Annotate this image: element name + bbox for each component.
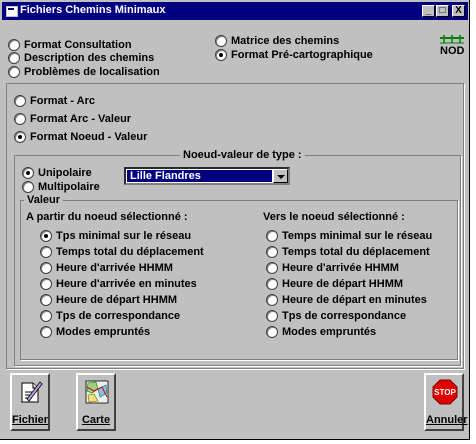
radio-problemes-localisation[interactable]: Problèmes de localisation [8,65,160,79]
radio-dot[interactable] [215,49,227,61]
noeud-valeur-legend: Noeud-valeur de type : [180,149,305,161]
radio-dot[interactable] [266,262,278,274]
radio-matrice-chemins[interactable]: Matrice des chemins [215,34,339,48]
fichier-button[interactable]: Fichier [10,373,50,431]
radio-dot[interactable] [14,131,26,143]
radio-label: Heure de départ HHMM [282,278,404,290]
radio-format-noeud-valeur[interactable]: Format Noeud - Valeur [14,130,147,144]
radio-from-option[interactable]: Heure d'arrivée HHMM [40,261,173,275]
radio-dot[interactable] [266,326,278,338]
radio-label: Multipolaire [38,181,100,193]
radio-dot[interactable] [40,246,52,258]
radio-dot[interactable] [22,181,34,193]
radio-from-option[interactable]: Temps total du déplacement [40,245,204,259]
radio-label: Format - Arc [30,95,95,107]
radio-label: Matrice des chemins [231,35,340,47]
radio-label: Heure d'arrivée en minutes [56,278,197,290]
radio-label: Description des chemins [24,52,155,64]
radio-to-option[interactable]: Modes empruntés [266,325,376,339]
radio-label: Heure de départ en minutes [282,294,427,306]
close-button[interactable]: X [452,5,465,17]
annuler-button[interactable]: STOP Annuler [424,373,468,431]
title-bar[interactable]: Fichiers Chemins Minimaux _ □ X [2,2,468,20]
radio-label: Tps de correspondance [282,310,407,322]
radio-label: Modes empruntés [282,326,377,338]
main-window: Fichiers Chemins Minimaux _ □ X Format C… [0,0,470,440]
radio-format-consultation[interactable]: Format Consultation [8,38,132,52]
radio-dot[interactable] [22,167,34,179]
radio-label: Heure d'arrivée HHMM [56,262,173,274]
radio-to-option[interactable]: Heure de départ en minutes [266,293,427,307]
node-select-value: Lille Flandres [127,170,272,182]
nod-logo: NOD [438,34,466,58]
file-edit-icon [21,381,43,403]
logo-text: NOD [440,45,465,57]
carte-label: Carte [81,414,111,426]
radio-dot[interactable] [8,39,20,51]
radio-label: Tps de correspondance [56,310,181,322]
radio-label: Format Pré-cartographique [231,49,373,61]
annuler-label: Annuler [426,414,468,426]
radio-from-option[interactable]: Heure de départ HHMM [40,293,177,307]
radio-label: Problèmes de localisation [24,66,160,78]
app-window-icon [6,6,18,17]
radio-dot[interactable] [266,310,278,322]
radio-dot[interactable] [266,294,278,306]
radio-to-option[interactable]: Tps de correspondance [266,309,406,323]
radio-dot[interactable] [215,35,227,47]
radio-dot[interactable] [40,230,52,242]
radio-label: Format Noeud - Valeur [30,131,148,143]
radio-label: Format Consultation [24,39,132,51]
radio-unipolaire[interactable]: Unipolaire [22,166,92,180]
radio-dot[interactable] [40,326,52,338]
radio-label: Temps total du déplacement [282,246,430,258]
radio-label: Modes empruntés [56,326,151,338]
radio-label: Temps total du déplacement [56,246,204,258]
radio-label: Heure d'arrivée HHMM [282,262,399,274]
radio-label: Format Arc - Valeur [30,113,132,125]
radio-to-option[interactable]: Temps total du déplacement [266,245,430,259]
radio-format-arc[interactable]: Format - Arc [14,94,95,108]
radio-dot[interactable] [266,230,278,242]
chevron-down-icon[interactable] [273,169,288,183]
radio-dot[interactable] [40,262,52,274]
radio-dot[interactable] [266,246,278,258]
radio-dot[interactable] [40,278,52,290]
radio-label: Temps minimal sur le réseau [282,230,433,242]
radio-dot[interactable] [8,66,20,78]
radio-dot[interactable] [40,310,52,322]
radio-label: Heure de départ HHMM [56,294,178,306]
minimize-button[interactable]: _ [422,5,435,17]
map-icon [85,380,109,404]
radio-from-option[interactable]: Tps minimal sur le réseau [40,229,191,243]
stop-sign-text: STOP [434,388,456,397]
radio-from-option[interactable]: Modes empruntés [40,325,150,339]
radio-dot[interactable] [14,113,26,125]
radio-label: Tps minimal sur le réseau [56,230,192,242]
fichier-label: Fichier [12,414,49,426]
node-select[interactable]: Lille Flandres [124,167,290,185]
radio-dot[interactable] [8,52,20,64]
radio-multipolaire[interactable]: Multipolaire [22,180,100,194]
radio-format-arc-valeur[interactable]: Format Arc - Valeur [14,112,131,126]
carte-button[interactable]: Carte [76,373,116,431]
radio-to-option[interactable]: Temps minimal sur le réseau [266,229,432,243]
radio-to-option[interactable]: Heure d'arrivée HHMM [266,261,399,275]
radio-label: Unipolaire [38,167,92,179]
radio-from-option[interactable]: Tps de correspondance [40,309,180,323]
radio-from-option[interactable]: Heure d'arrivée en minutes [40,277,197,291]
radio-dot[interactable] [266,278,278,290]
radio-description-chemins[interactable]: Description des chemins [8,51,154,65]
radio-dot[interactable] [40,294,52,306]
radio-to-option[interactable]: Heure de départ HHMM [266,277,403,291]
valeur-legend: Valeur [24,194,64,206]
window-title: Fichiers Chemins Minimaux [20,4,166,16]
radio-format-precarto[interactable]: Format Pré-cartographique [215,48,373,62]
to-node-header: Vers le noeud sélectionné : [263,211,405,223]
radio-dot[interactable] [14,95,26,107]
maximize-button[interactable]: □ [436,5,449,17]
from-node-header: A partir du noeud sélectionné : [26,211,188,223]
